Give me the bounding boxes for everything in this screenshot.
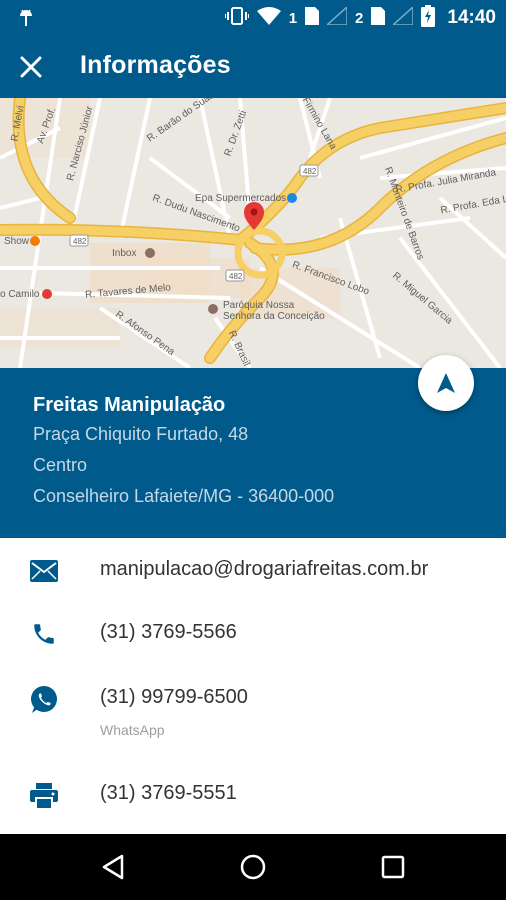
signal-icon	[325, 4, 348, 30]
app-bar: Informações	[0, 36, 506, 98]
wifi-icon	[256, 6, 281, 31]
contact-list: manipulacao@drogariafreitas.com.br (31) …	[0, 538, 506, 834]
sim1-indicator: 1	[288, 9, 298, 27]
email-row[interactable]: manipulacao@drogariafreitas.com.br	[0, 538, 506, 600]
sim-card-icon	[371, 6, 386, 30]
map-label: Paróquia Nossa	[223, 300, 295, 311]
navigation-arrow-icon	[437, 373, 455, 393]
back-triangle-icon	[102, 854, 124, 880]
vibrate-icon	[223, 6, 250, 31]
map-label: Senhora da Conceição	[223, 311, 325, 322]
android-icon	[16, 0, 36, 36]
signal-icon	[391, 4, 415, 30]
whatsapp-label: WhatsApp	[100, 722, 165, 738]
phone-row[interactable]: (31) 3769-5566	[0, 600, 506, 662]
road-number: 482	[229, 272, 243, 281]
email-icon	[28, 555, 60, 587]
system-nav-bar	[0, 834, 506, 900]
map-label: Epa Supermercados	[195, 193, 287, 204]
home-button[interactable]	[233, 847, 273, 887]
status-icons: 1 2 14:40	[223, 0, 496, 36]
phone-value: (31) 3769-5566	[100, 621, 237, 643]
road-number: 482	[73, 237, 87, 246]
road-number: 482	[303, 167, 317, 176]
page-title: Informações	[80, 51, 231, 79]
sim-card-icon	[305, 6, 320, 30]
email-value: manipulacao@drogariafreitas.com.br	[100, 558, 429, 580]
whatsapp-row[interactable]: (31) 99799-6500 WhatsApp	[0, 662, 506, 748]
clock: 14:40	[447, 7, 496, 28]
fax-row[interactable]: (31) 3769-5551	[0, 766, 506, 828]
back-button[interactable]	[93, 847, 133, 887]
store-street: Praça Chiquito Furtado, 48	[33, 424, 249, 444]
whatsapp-icon	[28, 684, 60, 716]
battery-charging-icon	[421, 4, 436, 32]
map-view[interactable]: R. Barão do Suassuí Av. Prof. R. Narciso…	[0, 98, 506, 368]
recents-button[interactable]	[373, 847, 413, 887]
printer-icon	[28, 780, 60, 812]
map-label: Inbox	[112, 248, 137, 259]
map-label: Show	[4, 236, 30, 247]
close-button[interactable]	[12, 48, 50, 86]
navigate-button[interactable]	[418, 355, 474, 411]
recents-square-icon	[381, 855, 405, 879]
store-district: Centro	[33, 455, 88, 475]
whatsapp-value: (31) 99799-6500	[100, 686, 248, 708]
status-bar: 1 2 14:40	[0, 0, 506, 36]
store-city: Conselheiro Lafaiete/MG - 36400-000	[33, 486, 335, 506]
map-label: o Camilo	[0, 289, 40, 300]
phone-icon	[28, 618, 60, 650]
close-icon	[20, 56, 42, 78]
store-name: Freitas Manipulação	[33, 394, 226, 416]
home-circle-icon	[240, 854, 266, 880]
fax-value: (31) 3769-5551	[100, 782, 237, 804]
sim2-indicator: 2	[355, 9, 364, 27]
